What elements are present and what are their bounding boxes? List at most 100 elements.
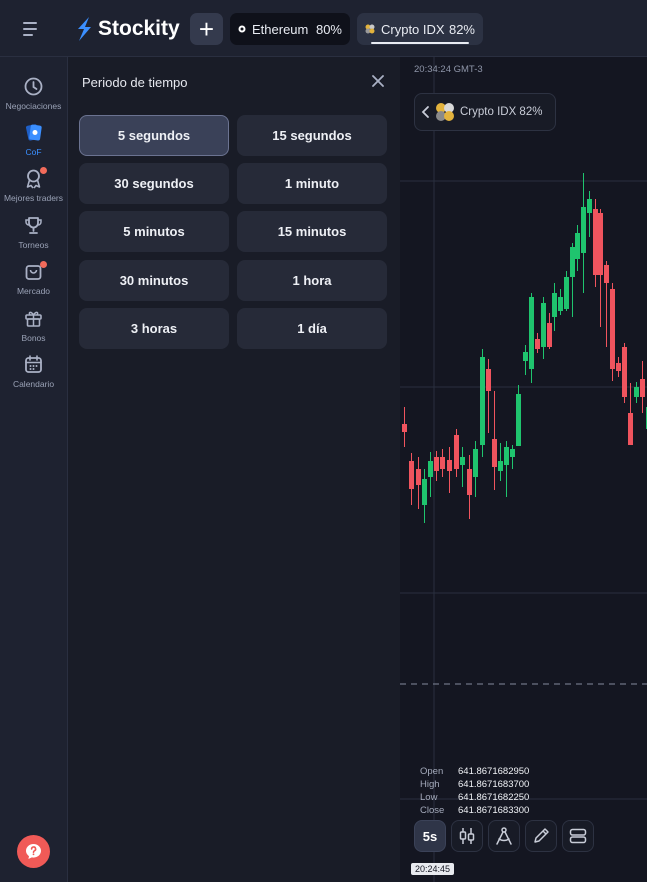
period-option-5-minutos[interactable]: 5 minutos bbox=[79, 211, 229, 252]
candle-body bbox=[575, 233, 580, 259]
candle-body bbox=[504, 447, 509, 465]
period-option-30-minutos[interactable]: 30 minutos bbox=[79, 260, 229, 301]
candle-body bbox=[440, 457, 445, 469]
time-axis-tag: 20:24:45 bbox=[411, 863, 455, 875]
sidebar-item-label: Mercado bbox=[16, 286, 51, 296]
calendar-icon bbox=[25, 355, 42, 373]
candle-body bbox=[570, 247, 575, 277]
gift-icon bbox=[25, 311, 42, 327]
candle-body bbox=[473, 449, 478, 477]
sidebar-item-mercado[interactable]: Mercado bbox=[0, 261, 67, 305]
sidebar-item-label: Calendario bbox=[12, 379, 55, 389]
candle bbox=[634, 382, 639, 403]
candle-body bbox=[416, 469, 421, 485]
period-option-15-minutos[interactable]: 15 minutos bbox=[237, 211, 387, 252]
candle bbox=[541, 297, 546, 359]
chart-asset-selector[interactable]: Crypto IDX 82% bbox=[414, 93, 556, 131]
candle bbox=[616, 357, 621, 377]
candle bbox=[581, 173, 586, 293]
candle bbox=[558, 289, 563, 315]
asset-tab-crypto-idx[interactable]: Crypto IDX 82% bbox=[357, 13, 483, 45]
cards-icon bbox=[26, 124, 42, 141]
chart-asset-label: Crypto IDX 82% bbox=[460, 106, 543, 118]
annotation-button[interactable] bbox=[525, 820, 557, 852]
period-option-1-minuto[interactable]: 1 minuto bbox=[237, 163, 387, 204]
candle bbox=[440, 449, 445, 477]
candle-body bbox=[460, 457, 465, 465]
asset-name: Crypto IDX bbox=[381, 21, 445, 37]
price-chart[interactable]: 20:34:24 GMT-3 Crypto IDX 82% Open 641.86… bbox=[400, 57, 647, 882]
sidebar-item-cof[interactable]: CoF bbox=[0, 122, 67, 166]
hamburger-menu-icon[interactable] bbox=[20, 18, 46, 40]
ethereum-icon bbox=[238, 25, 246, 33]
sidebar-item-bonos[interactable]: Bonos bbox=[0, 308, 67, 352]
candle-body bbox=[486, 369, 491, 391]
period-option-30-segundos[interactable]: 30 segundos bbox=[79, 163, 229, 204]
sidebar-item-calendario[interactable]: Calendario bbox=[0, 354, 67, 398]
sidebar-item-negociaciones[interactable]: Negociaciones bbox=[0, 76, 67, 120]
candle-body bbox=[634, 387, 639, 397]
ohlc-row: Open 641.8671682950 bbox=[420, 765, 529, 778]
candle bbox=[523, 345, 528, 375]
ohlc-key: Low bbox=[420, 792, 438, 803]
candle bbox=[447, 447, 452, 493]
sidebar-item-torneos[interactable]: Torneos bbox=[0, 215, 67, 259]
candle-body bbox=[529, 297, 534, 369]
candle-body bbox=[541, 303, 546, 347]
add-asset-button[interactable]: + bbox=[190, 13, 223, 45]
period-option-15-segundos[interactable]: 15 segundos bbox=[237, 115, 387, 156]
candle bbox=[604, 261, 609, 347]
candle bbox=[416, 457, 421, 509]
timeframe-button[interactable]: 5s bbox=[414, 820, 446, 852]
layout-button[interactable] bbox=[562, 820, 594, 852]
candle bbox=[473, 441, 478, 497]
chart-type-button[interactable] bbox=[451, 820, 483, 852]
candle bbox=[516, 385, 521, 446]
asset-tab-ethereum[interactable]: Ethereum 80% bbox=[230, 13, 350, 45]
period-option-1-hora[interactable]: 1 hora bbox=[237, 260, 387, 301]
candle bbox=[402, 407, 407, 447]
logo[interactable]: Stockity bbox=[75, 15, 180, 43]
candle-body bbox=[547, 323, 552, 347]
candle bbox=[492, 391, 497, 490]
help-question-icon bbox=[26, 844, 41, 859]
candle bbox=[434, 451, 439, 481]
period-option-1-dia[interactable]: 1 día bbox=[237, 308, 387, 349]
panel-title: Periodo de tiempo bbox=[82, 75, 188, 90]
candle bbox=[610, 283, 615, 381]
candle bbox=[510, 445, 515, 469]
period-option-5-segundos[interactable]: 5 segundos bbox=[79, 115, 229, 156]
candle bbox=[593, 199, 598, 287]
sidebar-item-label: Mejores traders bbox=[3, 193, 64, 203]
candle-body bbox=[622, 347, 627, 397]
candle bbox=[504, 441, 509, 497]
close-icon[interactable] bbox=[370, 73, 386, 89]
candle-body bbox=[523, 352, 528, 361]
candle-body bbox=[422, 479, 427, 505]
stockity-logo-icon bbox=[78, 17, 91, 41]
sidebar-item-mejores-traders[interactable]: Mejores traders bbox=[0, 167, 67, 212]
asset-percent: 80% bbox=[315, 21, 342, 37]
candle-body bbox=[593, 209, 598, 275]
candle-body bbox=[498, 461, 503, 471]
period-option-3-horas[interactable]: 3 horas bbox=[79, 308, 229, 349]
crypto-idx-icon bbox=[436, 103, 454, 121]
help-button[interactable] bbox=[17, 835, 50, 868]
candle-body bbox=[628, 413, 633, 445]
drawing-tools-button[interactable] bbox=[488, 820, 520, 852]
candle bbox=[467, 455, 472, 519]
candle bbox=[575, 225, 580, 271]
candle-body bbox=[535, 339, 540, 349]
candlestick-chart[interactable] bbox=[400, 57, 647, 882]
notification-dot bbox=[40, 261, 47, 268]
candle-body bbox=[640, 379, 645, 397]
candle-body bbox=[587, 199, 592, 213]
candle-body bbox=[516, 394, 521, 446]
time-period-panel: Periodo de tiempo 5 segundos 15 segundos… bbox=[68, 57, 400, 882]
sidebar-item-label: Bonos bbox=[21, 333, 46, 343]
candle bbox=[460, 447, 465, 487]
asset-name: Ethereum bbox=[252, 21, 309, 37]
candle bbox=[552, 283, 557, 331]
candle-body bbox=[454, 435, 459, 469]
top-header: Stockity + Ethereum 80% Crypto IDX 82% bbox=[0, 0, 647, 57]
